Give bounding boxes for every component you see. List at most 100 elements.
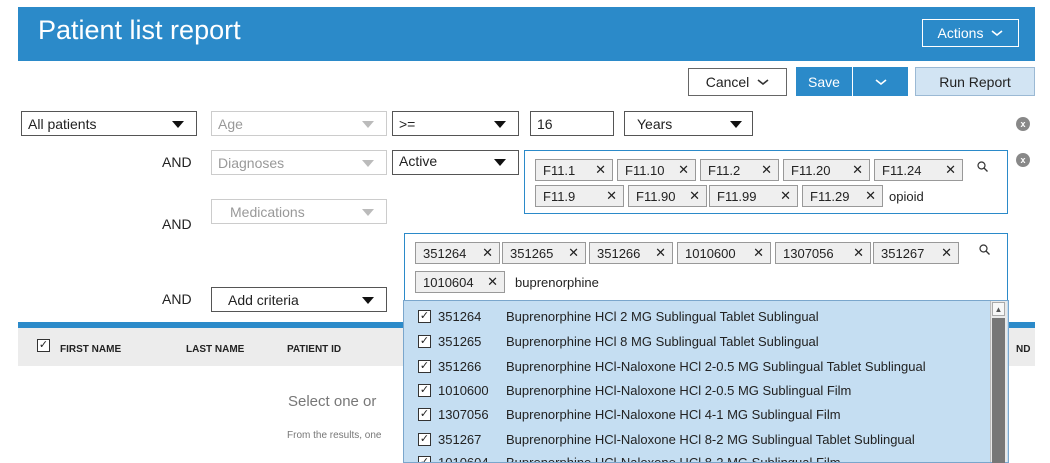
code-tag: 1010604 ✕: [415, 271, 505, 293]
close-icon[interactable]: ✕: [852, 162, 863, 178]
add-criteria-value: Add criteria: [228, 291, 299, 308]
age-field-select[interactable]: Age: [211, 111, 387, 136]
option-checkbox[interactable]: ✓: [418, 407, 431, 421]
list-item[interactable]: ✓ 1307056 Buprenorphine HCl-Naloxone HCl 4…: [418, 404, 841, 424]
code-tag: F11.99 ✕: [709, 185, 798, 207]
list-item[interactable]: ✓ 351264 Buprenorphine HCl 2 MG Sublingual…: [418, 306, 819, 326]
column-header-partial[interactable]: ND: [1016, 344, 1030, 355]
select-all-checkbox[interactable]: ✓: [37, 339, 50, 352]
age-value-input[interactable]: 16: [530, 111, 614, 136]
scroll-up-icon[interactable]: ▲: [992, 302, 1005, 316]
remove-row-icon[interactable]: x: [1016, 153, 1030, 167]
close-icon[interactable]: ✕: [761, 162, 772, 178]
search-icon[interactable]: [977, 161, 988, 172]
dropdown-arrow-icon: [494, 159, 506, 166]
code-tag: F11.29 ✕: [802, 185, 883, 207]
code-tag: 351265 ✕: [502, 242, 586, 264]
list-item[interactable]: ✓ 351267 Buprenorphine HCl-Naloxone HCl 8-…: [418, 429, 915, 449]
unit-select[interactable]: Years: [624, 111, 753, 136]
option-checkbox[interactable]: ✓: [418, 359, 431, 373]
diagnoses-field-select[interactable]: Diagnoses: [211, 150, 387, 175]
page-title: Patient list report: [38, 15, 241, 45]
unit-value: Years: [637, 115, 673, 132]
save-button[interactable]: Save: [796, 67, 852, 96]
code-tag: 351267 ✕: [873, 242, 959, 264]
code-tag: 1307056 ✕: [775, 242, 871, 264]
status-select[interactable]: Active: [392, 150, 519, 175]
diagnosis-search-text[interactable]: opioid: [889, 189, 924, 204]
option-checkbox[interactable]: ✓: [418, 309, 431, 323]
close-icon[interactable]: ✕: [865, 188, 876, 204]
column-header-patient-id[interactable]: PATIENT ID: [287, 344, 341, 355]
dropdown-arrow-icon: [362, 160, 374, 167]
code-tag: F11.24 ✕: [874, 159, 963, 181]
close-icon[interactable]: ✕: [568, 245, 579, 261]
run-report-label: Run Report: [939, 73, 1011, 90]
close-icon[interactable]: ✕: [689, 188, 700, 204]
close-icon[interactable]: ✕: [945, 162, 956, 178]
age-value: 16: [537, 115, 553, 132]
list-item[interactable]: ✓ 1010604 Buprenorphine HCl-Naloxone HCl 8…: [418, 452, 841, 462]
medications-field-select[interactable]: Medications: [211, 199, 387, 224]
chevron-down-icon: [991, 30, 1003, 36]
code-tag: F11.90 ✕: [628, 185, 707, 207]
chevron-down-icon: [875, 78, 886, 85]
close-icon[interactable]: ✕: [487, 274, 498, 290]
code-tag: F11.20 ✕: [783, 159, 870, 181]
option-checkbox[interactable]: ✓: [418, 334, 431, 348]
medication-options-dropdown: ✓ 351264 Buprenorphine HCl 2 MG Sublingual…: [403, 300, 1009, 463]
dropdown-arrow-icon: [362, 121, 374, 128]
cancel-label: Cancel: [705, 74, 750, 90]
list-item[interactable]: ✓ 351265 Buprenorphine HCl 8 MG Sublingual…: [418, 331, 819, 351]
operator-select[interactable]: >=: [392, 111, 519, 136]
close-icon[interactable]: ✕: [482, 245, 493, 261]
code-tag: 351264 ✕: [415, 242, 500, 264]
dropdown-arrow-icon: [362, 209, 374, 216]
code-tag: F11.10 ✕: [617, 159, 696, 181]
population-value: All patients: [28, 115, 97, 132]
cancel-button[interactable]: Cancel: [688, 68, 787, 96]
save-label: Save: [808, 73, 840, 90]
add-criteria-select[interactable]: Add criteria: [211, 287, 387, 312]
option-checkbox[interactable]: ✓: [418, 383, 431, 397]
run-report-button[interactable]: Run Report: [915, 67, 1035, 96]
dropdown-arrow-icon: [172, 121, 184, 128]
save-options-button[interactable]: [853, 67, 908, 96]
column-header-first-name[interactable]: FIRST NAME: [60, 344, 121, 355]
close-icon[interactable]: ✕: [655, 245, 666, 261]
chevron-down-icon: [757, 79, 769, 85]
option-checkbox[interactable]: ✓: [418, 455, 431, 462]
list-item[interactable]: ✓ 1010600 Buprenorphine HCl-Naloxone HCl 2…: [418, 380, 851, 400]
code-tag: F11.2 ✕: [700, 159, 779, 181]
and-label: AND: [162, 216, 192, 232]
diagnoses-field-value: Diagnoses: [218, 154, 285, 171]
close-icon[interactable]: ✕: [606, 188, 617, 204]
code-tag: F11.1 ✕: [535, 159, 613, 181]
option-checkbox[interactable]: ✓: [418, 432, 431, 446]
close-icon[interactable]: ✕: [941, 245, 952, 261]
actions-button[interactable]: Actions: [922, 19, 1019, 47]
medication-code-input[interactable]: 351264 ✕ 351265 ✕ 351266 ✕ 1010600 ✕ 1307056…: [404, 233, 1008, 301]
column-header-last-name[interactable]: LAST NAME: [186, 344, 244, 355]
close-icon[interactable]: ✕: [780, 188, 791, 204]
population-select[interactable]: All patients: [21, 111, 197, 136]
remove-row-icon[interactable]: x: [1016, 117, 1030, 131]
search-icon[interactable]: [979, 244, 990, 255]
dropdown-arrow-icon: [362, 297, 374, 304]
dropdown-arrow-icon: [730, 121, 742, 128]
close-icon[interactable]: ✕: [753, 245, 764, 261]
close-icon[interactable]: ✕: [595, 162, 606, 178]
close-icon[interactable]: ✕: [853, 245, 864, 261]
medications-field-value: Medications: [230, 203, 305, 220]
diagnosis-code-input[interactable]: F11.1 ✕ F11.10 ✕ F11.2 ✕ F11.20 ✕ F11.24 ✕ F1…: [524, 150, 1008, 214]
empty-state-hint: From the results, one: [287, 430, 382, 441]
title-bar: Patient list report Actions: [18, 7, 1035, 61]
code-tag: 1010600 ✕: [677, 242, 771, 264]
actions-label: Actions: [937, 25, 984, 41]
list-item[interactable]: ✓ 351266 Buprenorphine HCl-Naloxone HCl 2-…: [418, 356, 926, 376]
code-tag: 351266 ✕: [589, 242, 673, 264]
close-icon[interactable]: ✕: [678, 162, 689, 178]
scrollbar-thumb[interactable]: [992, 318, 1005, 463]
and-label: AND: [162, 291, 192, 307]
medication-search-text[interactable]: buprenorphine: [515, 275, 599, 290]
